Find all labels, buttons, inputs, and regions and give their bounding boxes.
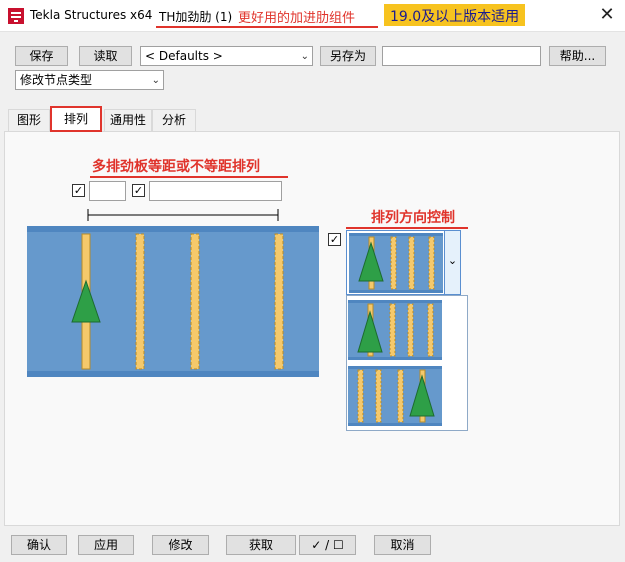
- node-type-value: 修改节点类型: [20, 73, 93, 87]
- direction-option[interactable]: [348, 300, 442, 360]
- save-button[interactable]: 保存: [15, 46, 68, 66]
- stiffener-count-input[interactable]: [89, 181, 126, 201]
- ok-button[interactable]: 确认: [11, 535, 67, 555]
- preset-select-value: < Defaults >: [145, 49, 223, 63]
- cancel-button[interactable]: 取消: [374, 535, 431, 555]
- chevron-down-icon: ⌄: [300, 51, 309, 62]
- save-as-button[interactable]: 另存为: [320, 46, 376, 66]
- direction-annotation: 排列方向控制: [371, 210, 455, 226]
- preset-select[interactable]: < Defaults > ⌄: [140, 46, 313, 66]
- get-button[interactable]: 获取: [226, 535, 296, 555]
- direction-annotation-underline: [346, 227, 468, 229]
- tab-graphics[interactable]: 图形: [8, 109, 50, 131]
- connection-name: TH加劲肋 (1): [159, 10, 233, 24]
- tekla-logo-icon: [8, 8, 24, 24]
- tab-layout[interactable]: 排列: [50, 106, 102, 132]
- tab-general[interactable]: 通用性: [104, 109, 152, 131]
- direction-select[interactable]: ⌄: [346, 230, 461, 295]
- spacing-annotation-underline: [90, 176, 288, 178]
- spacing-annotation: 多排劲板等距或不等距排列: [92, 159, 260, 175]
- close-icon[interactable]: ✕: [596, 4, 618, 26]
- modify-button[interactable]: 修改: [152, 535, 209, 555]
- stiffener-preview: [27, 226, 319, 377]
- title-bar: Tekla Structures x64 TH加劲肋 (1) 更好用的加进肋组件…: [0, 0, 625, 32]
- top-flange: [27, 226, 319, 232]
- toggle-all-button[interactable]: ✓ / ☐: [299, 535, 356, 555]
- direction-checkbox[interactable]: ✓: [328, 233, 341, 246]
- chevron-down-icon[interactable]: ⌄: [444, 231, 460, 294]
- direction-option-list: [346, 295, 468, 431]
- stiffener-count-checkbox[interactable]: ✓: [72, 184, 85, 197]
- stiffener-plate: [274, 233, 284, 370]
- direction-option-selected: [349, 233, 443, 293]
- app-title: Tekla Structures x64: [30, 8, 153, 22]
- node-type-select[interactable]: 修改节点类型 ⌄: [15, 70, 164, 90]
- dimension-line: [87, 209, 279, 221]
- stiffener-plate: [190, 233, 200, 370]
- help-button[interactable]: 帮助...: [549, 46, 606, 66]
- chevron-down-icon: ⌄: [151, 75, 160, 86]
- title-underline: [156, 26, 378, 28]
- stiffener-plate: [135, 233, 145, 370]
- apply-button[interactable]: 应用: [78, 535, 134, 555]
- tab-analysis[interactable]: 分析: [152, 109, 196, 131]
- stiffener-spacing-checkbox[interactable]: ✓: [132, 184, 145, 197]
- direction-option[interactable]: [348, 366, 442, 426]
- save-as-name-input[interactable]: [382, 46, 541, 66]
- stiffener-spacing-input[interactable]: [149, 181, 282, 201]
- load-button[interactable]: 读取: [79, 46, 132, 66]
- version-badge: 19.0及以上版本适用: [384, 4, 526, 26]
- bottom-flange: [27, 371, 319, 377]
- promo-text: 更好用的加进肋组件: [238, 11, 356, 26]
